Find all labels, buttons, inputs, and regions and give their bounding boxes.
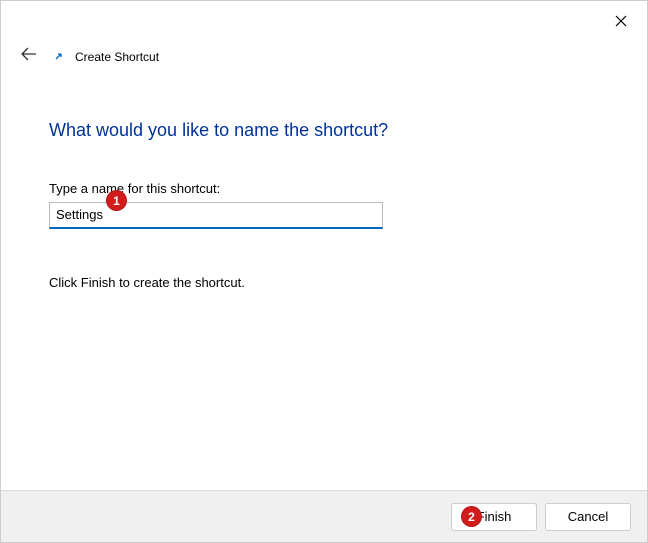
input-wrapper bbox=[49, 202, 383, 229]
dialog-content: What would you like to name the shortcut… bbox=[1, 68, 647, 290]
dialog-footer: Finish Cancel bbox=[1, 490, 647, 542]
shortcut-name-input[interactable] bbox=[49, 202, 383, 229]
close-button[interactable] bbox=[609, 9, 633, 33]
back-button[interactable] bbox=[19, 45, 39, 68]
help-text: Click Finish to create the shortcut. bbox=[49, 275, 599, 290]
close-icon bbox=[615, 15, 627, 27]
back-arrow-icon bbox=[21, 47, 37, 61]
titlebar bbox=[1, 1, 647, 33]
annotation-badge-1: 1 bbox=[106, 190, 127, 211]
dialog-header: Create Shortcut bbox=[1, 33, 647, 68]
input-label: Type a name for this shortcut: bbox=[49, 181, 599, 196]
shortcut-icon bbox=[51, 50, 65, 64]
annotation-badge-2: 2 bbox=[461, 506, 482, 527]
dialog-title: Create Shortcut bbox=[75, 50, 159, 64]
cancel-button[interactable]: Cancel bbox=[545, 503, 631, 531]
main-heading: What would you like to name the shortcut… bbox=[49, 120, 599, 141]
